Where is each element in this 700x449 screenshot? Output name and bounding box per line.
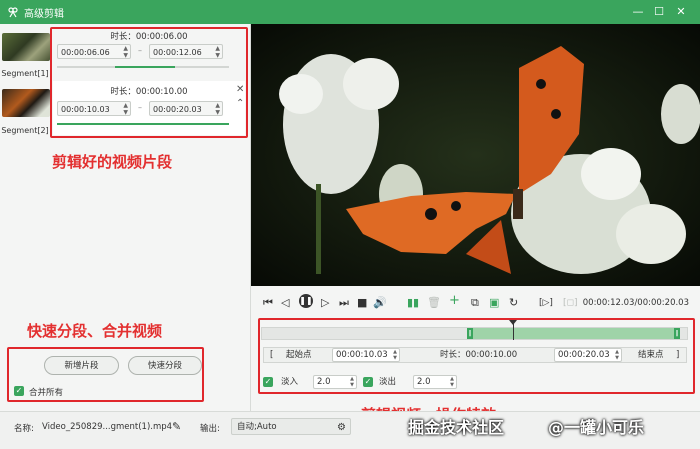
- add-icon[interactable]: +: [449, 294, 460, 308]
- pause-icon[interactable]: ❚❚: [299, 294, 313, 308]
- start-time-input[interactable]: 00:00:10.03 ▲ ▼: [332, 348, 400, 362]
- selected-range: [467, 328, 680, 339]
- trim-timeline[interactable]: ‖ ‖: [261, 327, 688, 340]
- time-readout: 00:00:12.03/00:00:20.03: [582, 298, 689, 308]
- close-window-icon[interactable]: ✕: [674, 5, 688, 19]
- title-bar: 高级剪辑 — ☐ ✕: [0, 0, 700, 24]
- segment-thumbnail[interactable]: [2, 33, 50, 61]
- file-name: Video_250829...gment(1).mp4: [42, 422, 173, 432]
- split-merge-annotation: 快速分段、合并视频: [27, 322, 163, 340]
- skip-end-icon[interactable]: ⏭: [339, 296, 349, 310]
- segment-label: Segment[1]: [1, 69, 49, 78]
- output-value: 自动;Auto: [237, 422, 277, 432]
- bracket-left: [: [270, 350, 274, 360]
- trim-row: [ 起始点 00:00:10.03 ▲ ▼ 时长：00:00:10.00 00:00…: [263, 347, 687, 363]
- fade-in-input[interactable]: 2.0 ▲ ▼: [313, 375, 357, 389]
- step-forward-icon[interactable]: ▷: [321, 296, 329, 310]
- step-back-icon[interactable]: ◁: [281, 296, 289, 310]
- segment-thumbnail[interactable]: [2, 89, 50, 117]
- range-start-handle[interactable]: ‖: [467, 328, 473, 339]
- maximize-icon[interactable]: ☐: [652, 5, 666, 19]
- segments-highlight: [50, 27, 248, 138]
- settings-icon[interactable]: ⚙: [337, 419, 346, 436]
- trim-duration: 时长：00:00:10.00: [440, 350, 518, 360]
- frame-mark-icon[interactable]: [▷]: [539, 296, 553, 310]
- fade-out-value: 2.0: [417, 377, 431, 387]
- crop-icon[interactable]: ▣: [489, 296, 499, 310]
- spin-icon[interactable]: ▲ ▼: [450, 376, 454, 388]
- playhead-marker-icon[interactable]: [509, 320, 517, 325]
- playhead[interactable]: [513, 323, 514, 340]
- video-preview[interactable]: 掘金技术社区: [251, 24, 700, 286]
- add-segment-button[interactable]: 新增片段: [44, 356, 119, 375]
- output-label: 输出:: [200, 424, 220, 434]
- preview-panel: 掘金技术社区 ⏮ ◁ ❚❚ ▷ ⏭ ■ 🔊 ▮▮ 🗑 + ⧉ ▣ ↻ [▷] […: [250, 24, 700, 424]
- fade-in-checkbox[interactable]: ✓: [263, 377, 273, 387]
- edit-name-icon[interactable]: ✎: [172, 420, 181, 433]
- stop-icon[interactable]: ■: [357, 296, 367, 310]
- merge-all-label: 合并所有: [29, 388, 64, 398]
- spin-icon[interactable]: ▲ ▼: [393, 349, 397, 361]
- merge-all-checkbox[interactable]: ✓: [14, 386, 24, 396]
- bottom-bar: 名称: Video_250829...gment(1).mp4 ✎ 输出: 自动…: [0, 411, 700, 449]
- snapshot-icon[interactable]: [◻]: [563, 296, 578, 310]
- volume-icon[interactable]: 🔊: [373, 296, 387, 310]
- start-point-button[interactable]: 起始点: [286, 348, 312, 362]
- playback-controls: ⏮ ◁ ❚❚ ▷ ⏭ ■ 🔊 ▮▮ 🗑 + ⧉ ▣ ↻ [▷] [◻] 00:0…: [251, 292, 700, 314]
- end-time-value: 00:00:20.03: [558, 350, 610, 360]
- segment-panel: Segment[1] 时长：00:00:06.00 00:00:06.06 ▲ ▼ …: [0, 24, 250, 411]
- name-label: 名称:: [14, 424, 34, 434]
- reset-icon[interactable]: ↻: [509, 296, 518, 310]
- start-time-value: 00:00:10.03: [336, 350, 388, 360]
- spin-icon[interactable]: ▲ ▼: [350, 376, 354, 388]
- end-point-button[interactable]: 结束点: [638, 348, 664, 362]
- bracket-right: ]: [676, 350, 680, 360]
- copy-icon[interactable]: ⧉: [471, 296, 479, 310]
- minimize-icon[interactable]: —: [631, 5, 645, 19]
- output-select[interactable]: 自动;Auto ⚙: [231, 418, 351, 435]
- end-time-input[interactable]: 00:00:20.03 ▲ ▼: [554, 348, 622, 362]
- range-end-handle[interactable]: ‖: [674, 328, 680, 339]
- spin-icon[interactable]: ▲ ▼: [615, 349, 619, 361]
- quick-split-button[interactable]: 快速分段: [128, 356, 202, 375]
- fade-out-input[interactable]: 2.0 ▲ ▼: [413, 375, 457, 389]
- segment-label: Segment[2]: [1, 126, 49, 135]
- skip-start-icon[interactable]: ⏮: [263, 296, 273, 310]
- fade-in-label: 淡入: [281, 377, 299, 387]
- app-logo-icon: [8, 7, 18, 18]
- window-title: 高级剪辑: [24, 9, 64, 20]
- fade-in-value: 2.0: [317, 377, 331, 387]
- fade-row: ✓ 淡入 2.0 ▲ ▼ ✓ 淡出 2.0 ▲ ▼: [263, 374, 687, 390]
- delete-icon[interactable]: 🗑: [427, 296, 441, 310]
- video-frame: [251, 24, 700, 286]
- watermark-community: 掘金技术社区: [408, 418, 505, 437]
- segments-annotation: 剪辑好的视频片段: [52, 153, 173, 171]
- fade-out-label: 淡出: [379, 377, 397, 387]
- split-icon[interactable]: ▮▮: [407, 296, 419, 310]
- watermark-author: @一罐小可乐: [548, 418, 645, 437]
- fade-out-checkbox[interactable]: ✓: [363, 377, 373, 387]
